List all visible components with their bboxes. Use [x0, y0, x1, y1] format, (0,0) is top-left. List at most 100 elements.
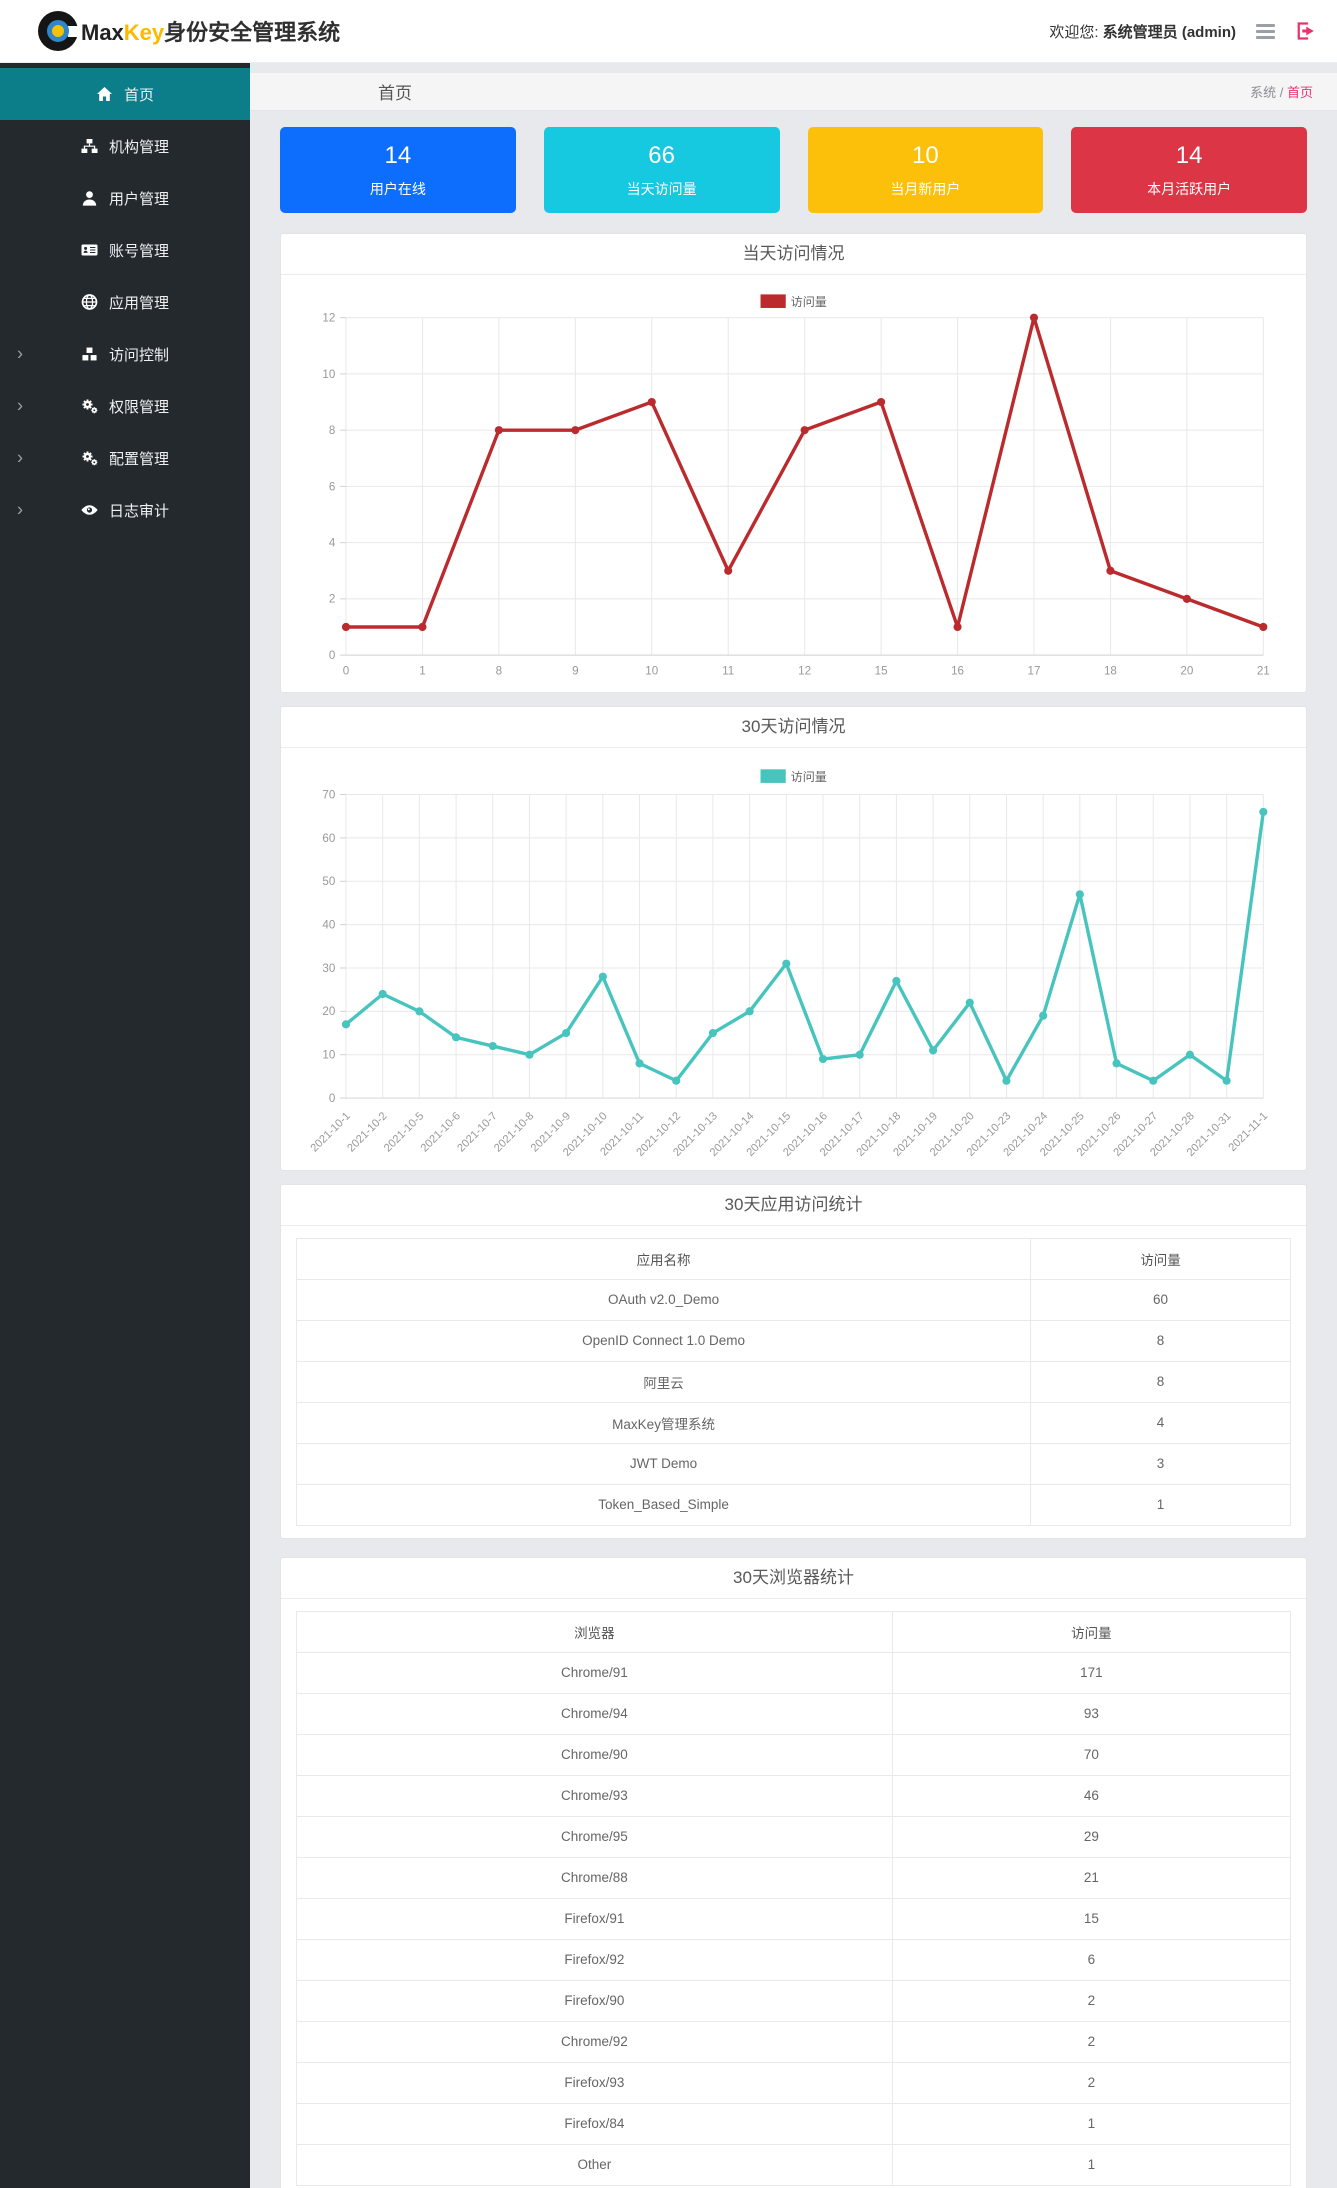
stat-value: 66 [648, 142, 675, 169]
cubes-icon [81, 346, 98, 362]
table-cell: Chrome/90 [296, 1733, 893, 1776]
main-area: 首页 系统 / 首页 14 用户在线 66 当天访问量 10 当月新用户 14 本月活跃用户 … [250, 63, 1337, 2188]
table-row: 阿里云 8 [295, 1360, 1291, 1403]
table-header-row: 浏览器 访问量 [296, 1610, 1292, 1653]
browser-stats-table-title: 30天浏览器统计 [281, 1558, 1306, 1599]
app-logo[interactable]: MaxKey身份安全管理系统 [38, 11, 340, 51]
header-actions: 欢迎您: 系统管理员 (admin) [1049, 21, 1315, 42]
svg-text:10: 10 [645, 665, 658, 678]
logout-icon[interactable] [1295, 21, 1315, 41]
table-cell: 29 [891, 1815, 1292, 1858]
table-cell: Chrome/94 [296, 1692, 893, 1735]
stat-label: 当月新用户 [890, 180, 961, 197]
chevron-right-icon: › [17, 395, 23, 416]
sidebar-item-audit[interactable]: › 日志审计 [0, 484, 250, 536]
stat-value: 14 [1175, 142, 1203, 169]
sidebar-item-label: 日志审计 [108, 502, 169, 520]
table-cell: 21 [891, 1856, 1292, 1899]
sidebar-item-label: 机构管理 [108, 138, 169, 156]
table-row: Chrome/91 171 [296, 1651, 1292, 1694]
svg-text:8: 8 [496, 665, 502, 678]
breadcrumb-path: 系统 / 首页 [1250, 82, 1313, 101]
breadcrumb-current-link[interactable]: 首页 [1287, 85, 1313, 100]
table-row: OAuth v2.0_Demo 60 [295, 1278, 1291, 1321]
column-header: 应用名称 [295, 1237, 1032, 1280]
table-row: Chrome/95 29 [296, 1815, 1292, 1858]
table-cell: Chrome/93 [296, 1774, 893, 1817]
sidebar-item-perm[interactable]: › 权限管理 [0, 380, 250, 432]
svg-text:0: 0 [329, 649, 336, 662]
breadcrumb-root-link[interactable]: 系统 [1250, 85, 1276, 100]
welcome-text: 欢迎您: 系统管理员 (admin) [1049, 23, 1236, 41]
sidebar-item-org[interactable]: 机构管理 [0, 120, 250, 172]
app-visits-table-card: 30天应用访问统计 应用名称 访问量 OAuth v2.0_Demo 60 OpenID… [280, 1183, 1307, 1539]
table-cell: Firefox/92 [296, 1938, 893, 1981]
menu-toggle-icon[interactable] [1254, 22, 1277, 41]
svg-text:18: 18 [1104, 665, 1117, 678]
table-cell: 93 [891, 1692, 1292, 1735]
svg-text:20: 20 [1180, 665, 1193, 678]
sidebar-item-label: 用户管理 [108, 190, 169, 208]
table-cell: Chrome/95 [296, 1815, 893, 1858]
svg-text:访问量: 访问量 [791, 770, 827, 784]
table-cell: 8 [1030, 1319, 1291, 1362]
sidebar-item-user[interactable]: 用户管理 [0, 172, 250, 224]
current-user: 系统管理员 (admin) [1102, 23, 1236, 41]
sidebar-item-label: 配置管理 [108, 450, 169, 468]
sidebar-item-home[interactable]: 首页 [0, 68, 250, 120]
idcard-icon [81, 242, 98, 258]
app-visits-table: 应用名称 访问量 OAuth v2.0_Demo 60 OpenID Connect 1… [295, 1237, 1291, 1526]
stat-card-today-visits: 66 当天访问量 [543, 127, 780, 213]
monthly-visits-chart-title: 30天访问情况 [281, 707, 1306, 748]
table-cell: 46 [891, 1774, 1292, 1817]
table-row: Chrome/90 70 [296, 1733, 1292, 1776]
svg-text:16: 16 [951, 665, 964, 678]
svg-text:10: 10 [322, 368, 335, 381]
sidebar-item-config[interactable]: › 配置管理 [0, 432, 250, 484]
page-title: 首页 [378, 84, 412, 103]
sidebar-item-access[interactable]: › 访问控制 [0, 328, 250, 380]
chevron-right-icon: › [17, 447, 23, 468]
sidebar-item-label: 账号管理 [108, 242, 169, 260]
stat-value: 14 [384, 142, 412, 169]
table-row: Chrome/94 93 [296, 1692, 1292, 1735]
eye-icon [81, 502, 98, 518]
sidebar-item-account[interactable]: 账号管理 [0, 224, 250, 276]
svg-text:0: 0 [343, 665, 350, 678]
sitemap-icon [81, 138, 98, 154]
monthly-visits-chart: 0 10 20 30 40 50 60 70 2021-10-1 2021-10-2 2021-10… [281, 748, 1306, 1170]
monthly-visits-chart-card: 30天访问情况 0 10 20 30 40 50 60 70 2021-10-1 2021-10-… [280, 705, 1307, 1171]
stat-label: 当天访问量 [626, 180, 697, 197]
svg-text:15: 15 [875, 665, 888, 678]
table-cell: Firefox/84 [296, 2102, 893, 2145]
table-cell: Chrome/92 [296, 2020, 893, 2063]
table-header-row: 应用名称 访问量 [295, 1237, 1291, 1280]
table-row: Firefox/84 1 [296, 2102, 1292, 2145]
gears-icon [81, 450, 98, 466]
table-cell: 阿里云 [295, 1360, 1032, 1403]
browser-stats-table: 浏览器 访问量 Chrome/91 171 Chrome/94 93 Chrome/90 70… [296, 1610, 1292, 2186]
stat-label: 用户在线 [369, 180, 426, 197]
svg-text:60: 60 [322, 832, 335, 845]
table-cell: 2 [891, 2061, 1292, 2104]
table-cell: 15 [891, 1897, 1292, 1940]
column-header: 访问量 [891, 1610, 1292, 1653]
table-cell: 2 [891, 2020, 1292, 2063]
svg-text:1: 1 [419, 665, 425, 678]
svg-text:9: 9 [572, 665, 578, 678]
sidebar-item-label: 首页 [123, 86, 154, 104]
svg-text:12: 12 [322, 312, 335, 325]
browser-stats-table-card: 30天浏览器统计 浏览器 访问量 Chrome/91 171 Chrome/94 93 Ch… [280, 1556, 1307, 2188]
sidebar-item-label: 访问控制 [108, 346, 169, 364]
daily-visits-chart-title: 当天访问情况 [281, 234, 1306, 275]
stat-label: 本月活跃用户 [1147, 180, 1232, 197]
table-cell: Chrome/88 [296, 1856, 893, 1899]
table-cell: Token_Based_Simple [295, 1483, 1032, 1526]
svg-text:6: 6 [329, 480, 335, 493]
dashboard-content: 14 用户在线 66 当天访问量 10 当月新用户 14 本月活跃用户 当天访问情况 0246… [250, 111, 1337, 2188]
globe-icon [81, 294, 98, 310]
sidebar-item-app[interactable]: 应用管理 [0, 276, 250, 328]
maxkey-logo-icon [38, 11, 81, 51]
table-cell: 2 [891, 1979, 1292, 2022]
chart-legend: 访问量 [760, 294, 827, 309]
